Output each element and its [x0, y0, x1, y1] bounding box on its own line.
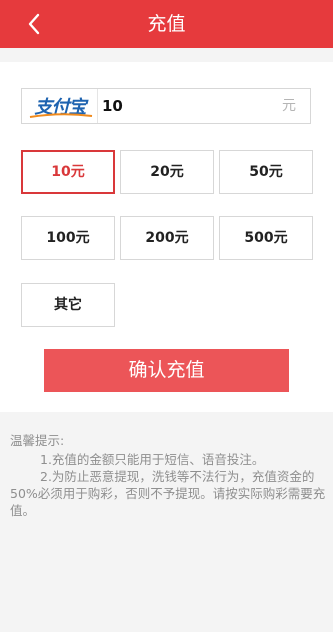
amount-option-20[interactable]: 20元 [120, 150, 214, 194]
amount-option-other[interactable]: 其它 [21, 283, 115, 327]
amount-option-100[interactable]: 100元 [21, 216, 115, 260]
amount-option-200[interactable]: 200元 [120, 216, 214, 260]
amount-unit: 元 [282, 98, 296, 114]
tips-title: 温馨提示: [10, 433, 65, 448]
amount-input-row[interactable]: 支付宝 10 元 [21, 88, 311, 124]
top-bar: 充值 [0, 0, 333, 48]
tips-line-2: 2.为防止恶意提现，洗钱等不法行为，充值资金的50%必须用于购彩，否则不予提现。… [10, 469, 326, 518]
amount-option-500[interactable]: 500元 [219, 216, 313, 260]
amount-field[interactable]: 10 [102, 89, 123, 123]
confirm-recharge-button[interactable]: 确认充值 [44, 349, 289, 392]
alipay-swoosh-icon [29, 113, 93, 118]
amount-option-50[interactable]: 50元 [219, 150, 313, 194]
amount-option-10[interactable]: 10元 [21, 150, 115, 194]
page-title: 充值 [147, 13, 186, 35]
tips-section: 温馨提示: 1.充值的金额只能用于短信、语音投注。 2.为防止恶意提现，洗钱等不… [10, 432, 328, 519]
alipay-logo: 支付宝 [22, 89, 98, 123]
tips-line-1: 1.充值的金额只能用于短信、语音投注。 [40, 452, 265, 467]
